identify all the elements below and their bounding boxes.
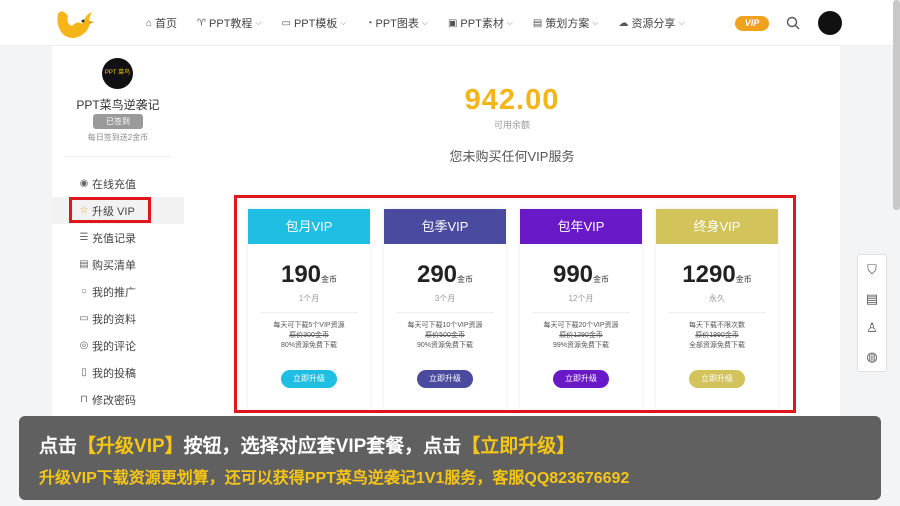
nav-item-ppt-template[interactable]: ▭ PPT模板 ⌵ xyxy=(282,15,347,31)
sidebar-item-recharge-records[interactable]: ☰ 充值记录 xyxy=(52,224,184,251)
folder-icon: ▭ xyxy=(281,17,291,29)
document-icon: ▯ xyxy=(81,367,87,378)
user-avatar[interactable] xyxy=(818,11,842,35)
nav-item-share[interactable]: ☁ 资源分享 ⌵ xyxy=(618,15,684,31)
cloud-icon: ☁ xyxy=(618,17,629,29)
calendar-icon[interactable]: ▤ xyxy=(858,284,886,313)
scrollbar-thumb[interactable] xyxy=(893,0,900,210)
sidebar-item-recharge[interactable]: ◉ 在线充值 xyxy=(52,170,184,197)
wechat-icon[interactable]: ◍ xyxy=(858,342,886,371)
upgrade-button-quarterly[interactable]: 立即升级 xyxy=(417,370,473,388)
database-icon: ☰ xyxy=(79,232,89,243)
sign-in-tip: 每日签到送2金币 xyxy=(87,133,149,142)
plan-title: 包年VIP xyxy=(520,209,642,244)
plan-card-lifetime: 终身VIP 1290金币 永久 每天下载不限次数 原价1990金币 全部资源免费下载… xyxy=(656,209,778,409)
chevron-down-icon: ⌵ xyxy=(678,18,685,27)
divider xyxy=(396,312,494,313)
plan-title: 包季VIP xyxy=(384,209,506,244)
divider xyxy=(260,312,358,313)
plan-period: 1个月 xyxy=(298,294,320,303)
divider xyxy=(64,156,172,157)
plan-card-quarterly: 包季VIP 290金币 3个月 每天可下载10个VIP资源 原价500金币 90%资… xyxy=(384,209,506,409)
sidebar-item-purchase-list[interactable]: ▤ 购买清单 xyxy=(52,251,184,278)
sidebar-item-promotion[interactable]: ○ 我的推广 xyxy=(52,278,184,305)
lock-icon: ⊓ xyxy=(80,394,88,405)
plan-features: 每天可下载10个VIP资源 原价500金币 90%资源免费下载 xyxy=(407,322,483,349)
list-icon: ▤ xyxy=(79,259,89,270)
sidebar-item-profile[interactable]: ▭ 我的资料 xyxy=(52,305,184,332)
user-sidebar: PPT 菜鸟 PPT菜鸟逆袭记 已签到 每日签到送2金币 ◉ 在线充值 ☆ 升级 V… xyxy=(52,46,184,416)
chevron-down-icon: ⌵ xyxy=(592,18,599,27)
nav-item-ppt-chart[interactable]: ◔ PPT图表 ⌵ xyxy=(366,15,428,31)
nav-item-plan[interactable]: ▤ 策划方案 ⌵ xyxy=(533,15,599,31)
highlight-box-upgrade-vip xyxy=(69,197,151,223)
caption-line-2: 升级VIP下载资源更划算，还可以获得PPT菜鸟逆袭记1V1服务，客服QQ8236… xyxy=(39,470,630,487)
plan-price: 190金币 xyxy=(280,261,338,288)
floating-toolbar: ⛉ ▤ ♙ ◍ xyxy=(857,254,887,372)
chevron-down-icon: ⌵ xyxy=(421,18,428,27)
home-icon: ⌂ xyxy=(146,17,153,29)
bird-logo-icon[interactable] xyxy=(52,4,96,44)
caption-line-1: 点击【升级VIP】按钮，选择对应套VIP套餐，点击【立即升级】 xyxy=(39,436,576,457)
sidebar-item-comments[interactable]: ◎ 我的评论 xyxy=(52,332,184,359)
signed-in-badge[interactable]: 已签到 xyxy=(93,114,143,129)
upgrade-button-monthly[interactable]: 立即升级 xyxy=(281,370,337,388)
plan-card-yearly: 包年VIP 990金币 12个月 每天可下载20个VIP资源 原价1290金币 99… xyxy=(520,209,642,409)
nav-item-ppt-tutorial[interactable]: ♈ PPT教程 ⌵ xyxy=(197,15,261,31)
nav-item-ppt-material[interactable]: ▣ PPT素材 ⌵ xyxy=(448,15,513,31)
sidebar-item-change-password[interactable]: ⊓ 修改密码 xyxy=(52,386,184,413)
vip-status-text: 您未购买任何VIP服务 xyxy=(449,149,575,164)
play-circle-icon: ◉ xyxy=(79,178,89,189)
tutorial-icon: ♈ xyxy=(197,17,207,29)
plan-card-monthly: 包月VIP 190金币 1个月 每天可下载5个VIP资源 原价300金币 80%资源… xyxy=(248,209,370,409)
chart-icon: ◔ xyxy=(366,17,373,29)
upgrade-button-lifetime[interactable]: 立即升级 xyxy=(689,370,745,388)
plan-price: 1290金币 xyxy=(682,261,752,288)
qq-icon[interactable]: ♙ xyxy=(858,313,886,342)
sidebar-avatar[interactable]: PPT 菜鸟 xyxy=(102,58,133,89)
top-navigation-bar: ⌂ 首页 ♈ PPT教程 ⌵ ▭ PPT模板 ⌵ ◔ PPT图表 ⌵ ▣ PPT素材 ⌵ ▤ 策划方… xyxy=(0,0,900,46)
chevron-down-icon: ⌵ xyxy=(255,18,262,27)
comment-icon: ◎ xyxy=(79,340,89,351)
plan-period: 3个月 xyxy=(434,294,456,303)
instruction-caption: 点击【升级VIP】按钮，选择对应套VIP套餐，点击【立即升级】 升级VIP下载资… xyxy=(19,416,881,500)
basket-icon[interactable]: ⛉ xyxy=(858,255,886,284)
balance-amount: 942.00 xyxy=(464,84,560,116)
main-nav: ⌂ 首页 ♈ PPT教程 ⌵ ▭ PPT模板 ⌵ ◔ PPT图表 ⌵ ▣ PPT素材 ⌵ ▤ 策划方… xyxy=(146,0,685,46)
vip-badge[interactable]: VIP xyxy=(735,16,769,31)
plan-price: 290金币 xyxy=(416,261,474,288)
plan-features: 每天可下载20个VIP资源 原价1290金币 99%资源免费下载 xyxy=(543,322,619,349)
username: PPT菜鸟逆袭记 xyxy=(76,98,160,112)
sidebar-item-submissions[interactable]: ▯ 我的投稿 xyxy=(52,359,184,386)
balance-label: 可用余额 xyxy=(493,120,530,130)
circle-icon: ○ xyxy=(80,286,88,297)
divider xyxy=(668,312,766,313)
plan-price: 990金币 xyxy=(552,261,610,288)
upgrade-button-yearly[interactable]: 立即升级 xyxy=(553,370,609,388)
search-icon[interactable] xyxy=(786,16,800,30)
plan-period: 永久 xyxy=(709,294,725,303)
plan-features: 每天下载不限次数 原价1990金币 全部资源免费下载 xyxy=(689,322,745,349)
chevron-down-icon: ⌵ xyxy=(340,18,347,27)
calendar-icon: ▤ xyxy=(532,17,543,29)
plan-title: 终身VIP xyxy=(656,209,778,244)
chevron-down-icon: ⌵ xyxy=(506,18,513,27)
plan-features: 每天可下载5个VIP资源 原价300金币 80%资源免费下载 xyxy=(273,322,345,349)
divider xyxy=(532,312,630,313)
plan-title: 包月VIP xyxy=(248,209,370,244)
id-card-icon: ▭ xyxy=(79,313,89,324)
nav-item-home[interactable]: ⌂ 首页 xyxy=(146,15,177,31)
image-icon: ▣ xyxy=(447,17,458,29)
plan-period: 12个月 xyxy=(568,294,594,303)
